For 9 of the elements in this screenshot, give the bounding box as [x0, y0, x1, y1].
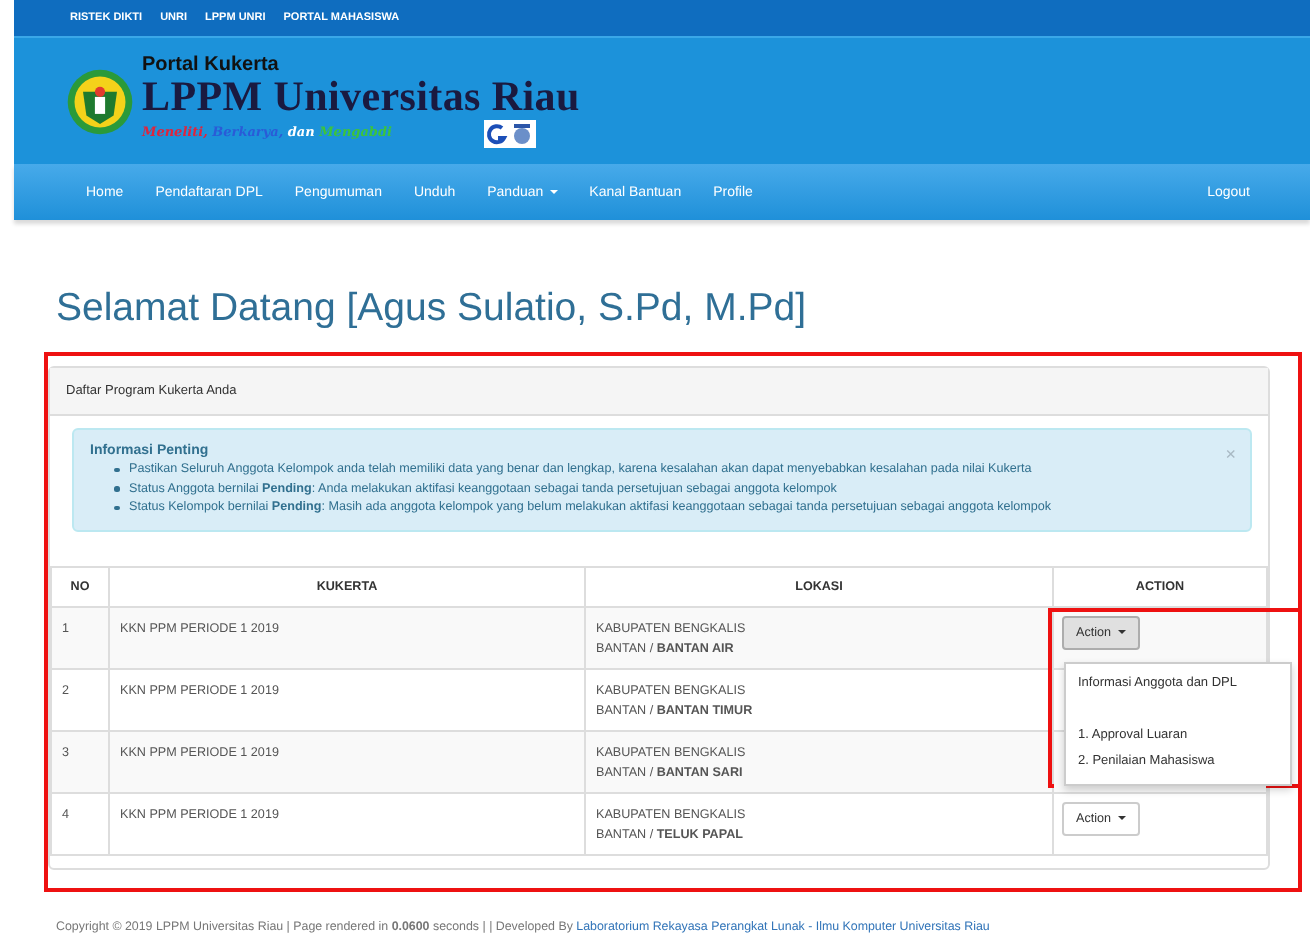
- portal-subtitle: Portal Kukerta: [142, 55, 281, 75]
- welcome-heading: Selamat Datang [Agus Sulatio, S.Pd, M.Pd]: [56, 284, 809, 332]
- bullet-icon: [114, 467, 119, 472]
- university-emblem-icon: [66, 67, 134, 135]
- site-title: LPPM Universitas Riau: [142, 75, 580, 115]
- bullet-icon: [114, 486, 119, 491]
- caret-icon: [549, 190, 558, 194]
- bullet-icon: [114, 505, 119, 510]
- partner-logo-icon: [483, 119, 536, 147]
